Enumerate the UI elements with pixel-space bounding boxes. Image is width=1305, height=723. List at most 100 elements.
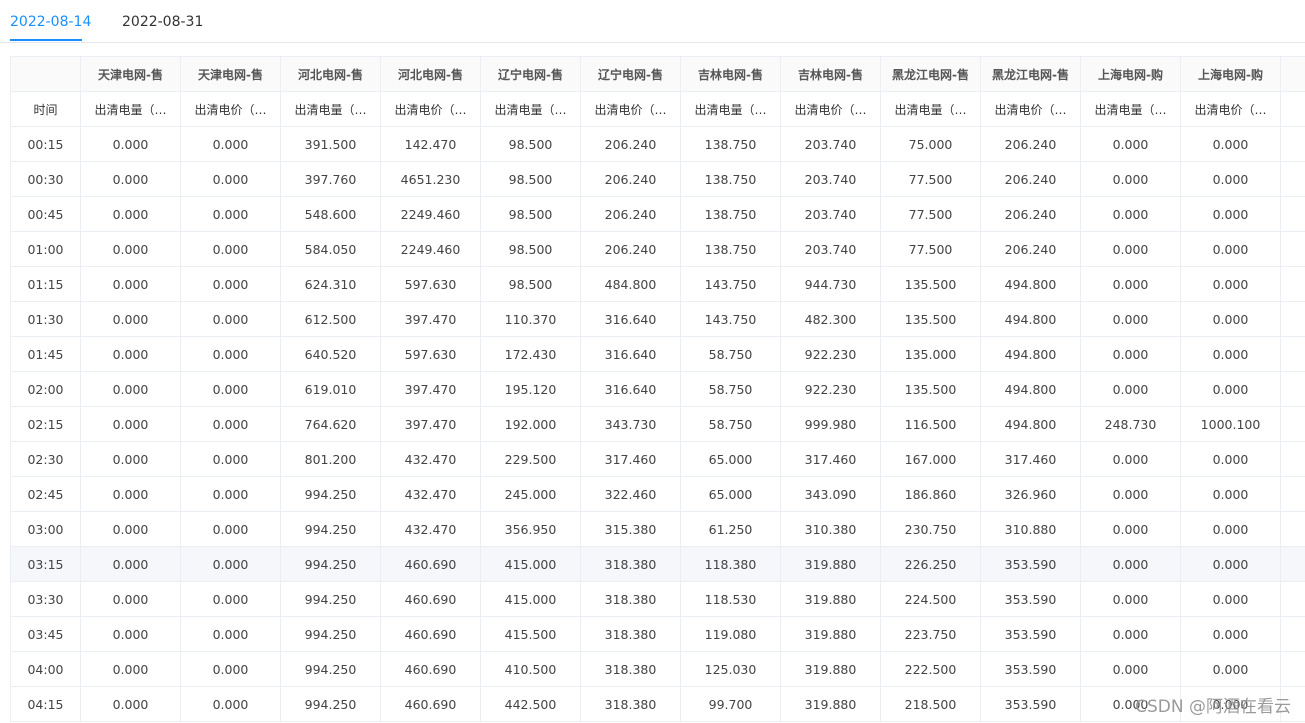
value-cell: 310.380 [780,511,881,547]
value-cell: 135.500 [880,301,981,337]
column-header-grid: 河北电网-售 [380,56,481,92]
column-header-metric: 出清电价（… [980,91,1081,127]
header-corner [10,56,81,92]
value-cell: 0.000 [80,266,181,302]
value-cell: 0.000 [1080,651,1181,687]
value-cell: 75.000 [880,126,981,162]
value-cell: 0.000 [80,126,181,162]
value-cell: 0.000 [1180,511,1281,547]
header-row-grid-names: 天津电网-售 天津电网-售 河北电网-售 河北电网-售 辽宁电网-售 辽宁电网-售 吉林电网… [10,56,1305,92]
value-cell: 0.000 [80,616,181,652]
value-cell: 0.000 [180,371,281,407]
value-cell: 192.000 [480,406,581,442]
value-cell: 4651.230 [380,161,481,197]
value-cell: 0.000 [80,196,181,232]
value-cell: 944.730 [780,266,881,302]
value-cell: 319.880 [780,546,881,582]
value-cell: 77.500 [880,161,981,197]
table-row[interactable]: 02:45 0.000 0.000 994.250 432.470 245.000 322.… [10,476,1305,512]
tab-2022-08-14[interactable]: 2022-08-14 [10,13,91,31]
value-cell: 548.600 [280,196,381,232]
value-cell: 343.090 [780,476,881,512]
value-cell: 0.000 [1080,371,1181,407]
value-cell: 98.500 [480,196,581,232]
value-cell: 125.030 [680,651,781,687]
value-cell: 322.460 [580,476,681,512]
table-row[interactable]: 00:45 0.000 0.000 548.600 2249.460 98.500 206.… [10,196,1305,232]
value-cell: 0.000 [180,476,281,512]
value-cell: 612.500 [280,301,381,337]
value-cell: 138.750 [680,161,781,197]
value-cell: 0.000 [1080,336,1181,372]
csdn-watermark: CSDN @阿酒在看云 [1135,697,1291,717]
table-row[interactable]: 04:15 0.000 0.000 994.250 460.690 442.500 318.… [10,686,1305,722]
value-cell: 0.000 [1180,196,1281,232]
value-cell: 203.740 [780,231,881,267]
value-cell: 98.500 [480,161,581,197]
value-cell: 317.460 [780,441,881,477]
time-cell: 03:00 [10,511,81,547]
value-cell: 994.250 [280,511,381,547]
table-row[interactable]: 03:15 0.000 0.000 994.250 460.690 415.000 318.… [10,546,1305,582]
value-cell: 326.960 [980,476,1081,512]
table-row[interactable]: 00:30 0.000 0.000 397.760 4651.230 98.500 206.… [10,161,1305,197]
value-cell: 597.630 [380,336,481,372]
value-cell: 353.590 [980,581,1081,617]
table-row[interactable]: 03:45 0.000 0.000 994.250 460.690 415.500 318.… [10,616,1305,652]
time-cell: 02:00 [10,371,81,407]
value-cell: 58.750 [680,336,781,372]
value-cell: - [1280,476,1305,512]
column-header-metric: 出清电价（… [180,91,281,127]
value-cell: 432.470 [380,511,481,547]
value-cell: 58.750 [680,406,781,442]
table-row[interactable]: 02:15 0.000 0.000 764.620 397.470 192.000 343.… [10,406,1305,442]
value-cell: 0.000 [80,371,181,407]
value-cell: 135.500 [880,371,981,407]
table-row[interactable]: 01:15 0.000 0.000 624.310 597.630 98.500 484.8… [10,266,1305,302]
value-cell: 0.000 [180,161,281,197]
table-row[interactable]: 02:30 0.000 0.000 801.200 432.470 229.500 317.… [10,441,1305,477]
table-row[interactable]: 03:00 0.000 0.000 994.250 432.470 356.950 315.… [10,511,1305,547]
value-cell: 460.690 [380,581,481,617]
value-cell: 2249.460 [380,231,481,267]
value-cell: 994.250 [280,581,381,617]
value-cell: 494.800 [980,301,1081,337]
table-row[interactable]: 03:30 0.000 0.000 994.250 460.690 415.000 318.… [10,581,1305,617]
value-cell: 118.380 [680,546,781,582]
value-cell: 223.750 [880,616,981,652]
table-row[interactable]: 00:15 0.000 0.000 391.500 142.470 98.500 206.2… [10,126,1305,162]
table-row[interactable]: 04:00 0.000 0.000 994.250 460.690 410.500 318.… [10,651,1305,687]
value-cell: 143.750 [680,266,781,302]
time-cell: 03:15 [10,546,81,582]
value-cell: 0.000 [1180,301,1281,337]
value-cell: 994.250 [280,616,381,652]
value-cell: 0.000 [180,651,281,687]
value-cell: 460.690 [380,686,481,722]
value-cell: 206.240 [980,231,1081,267]
value-cell: 415.000 [480,581,581,617]
value-cell: 764.620 [280,406,381,442]
value-cell: 206.240 [980,126,1081,162]
value-cell: 0.000 [1180,651,1281,687]
value-cell: 0.000 [1080,301,1181,337]
table-row[interactable]: 02:00 0.000 0.000 619.010 397.470 195.120 316.… [10,371,1305,407]
table-row[interactable]: 01:30 0.000 0.000 612.500 397.470 110.370 316.… [10,301,1305,337]
table-row[interactable]: 01:45 0.000 0.000 640.520 597.630 172.430 316.… [10,336,1305,372]
value-cell: 317.460 [980,441,1081,477]
value-cell: 0.000 [180,196,281,232]
value-cell: 0.000 [80,441,181,477]
value-cell: 0.000 [1180,371,1281,407]
data-table-container[interactable]: 天津电网-售 天津电网-售 河北电网-售 河北电网-售 辽宁电网-售 辽宁电网-售 吉林电网… [10,56,1305,723]
value-cell: 922.230 [780,371,881,407]
value-cell: 0.000 [180,266,281,302]
value-cell [1280,371,1305,407]
value-cell: 318.380 [580,651,681,687]
value-cell: 0.000 [1080,126,1181,162]
time-cell: 04:15 [10,686,81,722]
value-cell: 118.530 [680,581,781,617]
value-cell: 1000.100 [1180,406,1281,442]
column-header-grid: 辽宁电网-售 [480,56,581,92]
value-cell: 245.000 [480,476,581,512]
tab-2022-08-31[interactable]: 2022-08-31 [122,13,203,31]
table-row[interactable]: 01:00 0.000 0.000 584.050 2249.460 98.500 206.… [10,231,1305,267]
